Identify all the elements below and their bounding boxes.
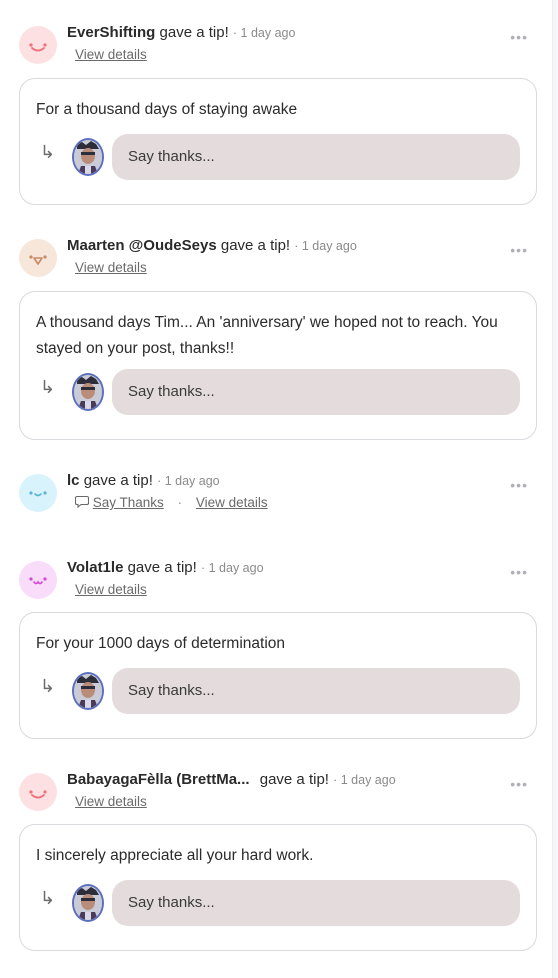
tip-time: · 1 day ago [294,239,357,253]
creator-avatar-image [74,674,102,708]
creator-avatar [72,672,104,710]
reply-row: ↳ Say thanks... [20,668,536,714]
tip-time: · 1 day ago [157,474,220,488]
comment-icon [74,495,90,509]
tipper-name[interactable]: Maarten @OudeSeys [67,237,217,254]
tip-message: For your 1000 days of determination [36,635,285,652]
say-thanks-label: Say Thanks [92,495,164,510]
more-options-icon[interactable]: ••• [510,30,528,44]
tip-message-card: For your 1000 days of determination ↳ Sa… [19,612,537,739]
tip-subline: View details [75,47,147,62]
avatar-volat1le[interactable] [19,561,57,599]
smile-face-icon [29,790,47,799]
say-thanks-input[interactable]: Say thanks... [112,369,520,415]
tip-message: I sincerely appreciate all your hard wor… [36,847,314,864]
tip-message-card: For a thousand days of staying awake ↳ S… [19,78,537,205]
tip-subline: View details [75,260,147,275]
happy-face-icon [29,491,47,497]
tipper-name[interactable]: EverShifting [67,24,155,41]
creator-avatar [72,884,104,922]
more-options-icon[interactable]: ••• [510,243,528,257]
tip-action: gave a tip! [159,24,229,41]
separator-dot: · [177,495,183,510]
avatar-maarten[interactable] [19,239,57,277]
say-thanks-input[interactable]: Say thanks... [112,880,520,926]
more-options-icon[interactable]: ••• [510,478,528,492]
creator-avatar [72,373,104,411]
tips-feed: EverShifting gave a tip! · 1 day ago Vie… [0,0,553,978]
tip-message: A thousand days Tim... An 'anniversary' … [36,314,498,357]
tip-subline: Say Thanks · View details [74,495,268,510]
avatar-babayagafella[interactable] [19,773,57,811]
more-options-icon[interactable]: ••• [510,565,528,579]
more-options-icon[interactable]: ••• [510,777,528,791]
tip-message-card: I sincerely appreciate all your hard wor… [19,824,537,951]
tip-message: For a thousand days of staying awake [36,101,298,118]
tip-action: gave a tip! [220,237,291,254]
tip-time: · 1 day ago [200,561,264,575]
avatar-lc[interactable] [19,474,57,512]
tip-header: lc gave a tip! · 1 day ago [67,472,220,489]
tip-subline: View details [75,794,147,809]
reply-arrow-icon: ↳ [40,676,56,696]
reply-row: ↳ Say thanks... [20,369,536,415]
tip-header: EverShifting gave a tip! · 1 day ago [67,24,295,41]
view-details-link[interactable]: View details [75,794,147,809]
tip-time: · 1 day ago [333,773,396,787]
reply-arrow-icon: ↳ [40,142,56,162]
tip-action: gave a tip! [83,472,153,489]
view-details-link[interactable]: View details [75,260,147,275]
avatar-evershifting[interactable] [19,26,57,64]
say-thanks-input[interactable]: Say thanks... [112,134,520,180]
tip-header: Volat1le gave a tip! · 1 day ago [67,559,264,576]
tip-action: gave a tip! [127,559,197,576]
tip-subline: View details [75,582,147,597]
creator-avatar-image [74,140,102,174]
tip-message-card: A thousand days Tim... An 'anniversary' … [19,291,537,440]
view-details-link[interactable]: View details [75,47,147,62]
creator-avatar [72,138,104,176]
tipper-name[interactable]: lc [67,472,80,489]
tip-header: BabayagaFèlla (BrettMa... gave a tip! · … [67,771,396,788]
tip-header: Maarten @OudeSeys gave a tip! · 1 day ag… [67,237,357,254]
say-thanks-link[interactable]: Say Thanks [74,495,168,510]
tip-action: gave a tip! [259,771,329,788]
reply-arrow-icon: ↳ [40,888,56,908]
say-thanks-input[interactable]: Say thanks... [112,668,520,714]
cute-face-icon [29,577,47,585]
reply-arrow-icon: ↳ [40,377,56,397]
reply-row: ↳ Say thanks... [20,880,536,926]
view-details-link[interactable]: View details [75,582,147,597]
smile-face-icon [29,43,47,52]
tipper-name[interactable]: BabayagaFèlla (BrettMa... [67,771,250,788]
tip-time: · 1 day ago [232,26,296,40]
reply-row: ↳ Say thanks... [20,134,536,180]
tipper-name[interactable]: Volat1le [67,559,123,576]
creator-avatar-image [74,375,102,409]
creator-avatar-image [74,886,102,920]
cat-face-icon [29,255,47,265]
view-details-link[interactable]: View details [196,495,268,510]
